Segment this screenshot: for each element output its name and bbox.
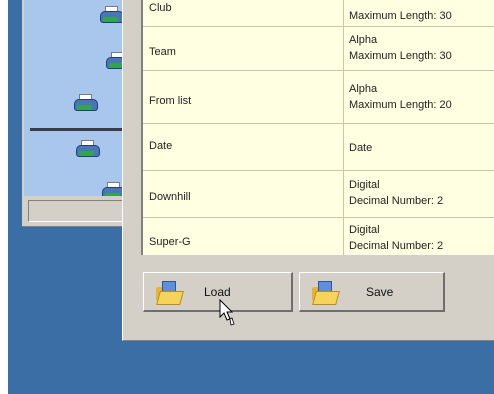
row-value-line1: Alpha — [349, 34, 378, 46]
row-value-line1: Date — [349, 142, 373, 154]
table-row[interactable]: Team Alpha Maximum Length: 30 — [143, 26, 494, 71]
table-row[interactable]: Downhill Digital Decimal Number: 2 — [143, 171, 494, 218]
row-value-line2: Maximum Length: 30 — [349, 10, 452, 22]
table-row[interactable]: Date Date — [143, 124, 494, 171]
dialog-window: Club Maximum Length: 30 Team Alpha Maxim… — [122, 0, 494, 341]
row-value-line2: Maximum Length: 20 — [349, 99, 452, 111]
row-name: Downhill — [149, 191, 191, 203]
table-row[interactable]: From list Alpha Maximum Length: 20 — [143, 71, 494, 124]
row-name: Club — [149, 2, 172, 14]
open-folder-icon — [156, 281, 184, 305]
printer-icon[interactable] — [74, 94, 98, 112]
printer-icon[interactable] — [100, 6, 124, 24]
row-value-line1: Digital — [349, 179, 380, 191]
load-button-label: Load — [204, 285, 231, 299]
save-button[interactable]: Save — [299, 272, 445, 312]
row-value-line1: Alpha — [349, 83, 378, 95]
open-folder-icon — [312, 281, 340, 305]
row-value-line2: Maximum Length: 30 — [349, 50, 452, 62]
printer-icon[interactable] — [76, 140, 100, 158]
table-row[interactable]: Super-G Digital Decimal Number: 2 — [143, 218, 494, 255]
hand-pointer-cursor-icon — [219, 299, 235, 326]
row-name: Team — [149, 46, 176, 58]
properties-grid: Club Maximum Length: 30 Team Alpha Maxim… — [141, 0, 494, 255]
row-name: Date — [149, 140, 173, 152]
load-button[interactable]: Load — [143, 272, 293, 312]
row-value-line2: Decimal Number: 2 — [349, 195, 444, 207]
row-value-line2: Decimal Number: 2 — [349, 240, 444, 252]
row-name: Super-G — [149, 236, 191, 248]
printer-icon[interactable] — [102, 182, 126, 196]
table-row[interactable]: Club Maximum Length: 30 — [143, 0, 494, 27]
save-button-label: Save — [366, 285, 394, 299]
row-value-line1: Digital — [349, 224, 380, 236]
row-name: From list — [149, 95, 192, 107]
